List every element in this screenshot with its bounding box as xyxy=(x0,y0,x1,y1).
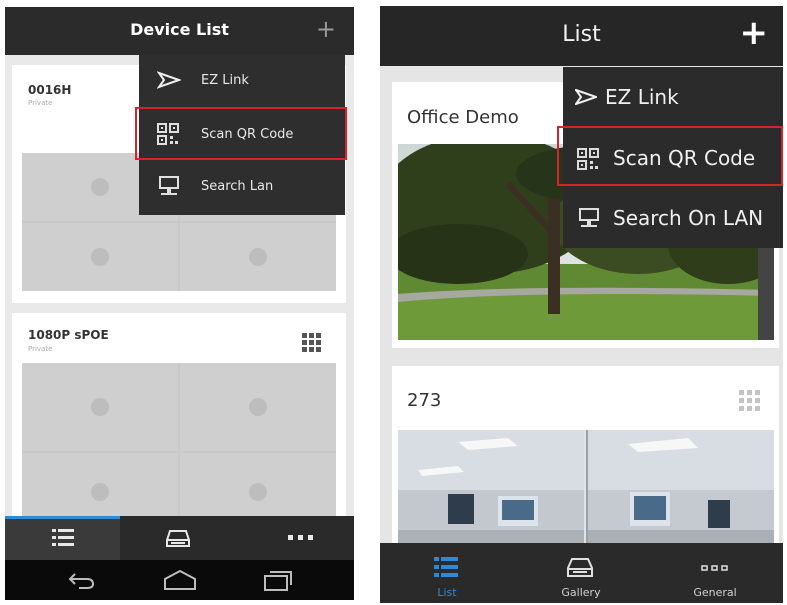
page-title: List xyxy=(562,22,601,47)
bottom-tab-bar xyxy=(5,516,354,560)
device-subtitle: Private xyxy=(28,345,53,353)
tab-general[interactable]: General xyxy=(648,543,782,603)
plus-icon[interactable]: + xyxy=(316,17,336,41)
camera-placeholder-icon xyxy=(249,398,267,416)
device-name: Office Demo xyxy=(407,107,519,128)
bottom-tab-bar: List Gallery General xyxy=(380,543,783,603)
list-icon xyxy=(434,557,458,577)
header-bar: Device List + xyxy=(5,7,354,55)
highlight-box xyxy=(135,107,347,160)
tab-label: List xyxy=(437,586,457,599)
page-title: Device List xyxy=(130,20,229,39)
camera-slot[interactable] xyxy=(180,363,336,451)
camera-slot[interactable] xyxy=(22,363,178,451)
menu-item-search-on-lan[interactable]: Search On LAN xyxy=(563,189,783,249)
camera-placeholder-icon xyxy=(249,483,267,501)
tab-label: Gallery xyxy=(561,586,601,599)
device-name: 1080P sPOE xyxy=(28,328,109,342)
menu-item-ez-link[interactable]: EZ Link xyxy=(139,55,345,108)
menu-item-label: Search On LAN xyxy=(613,206,764,230)
back-icon[interactable] xyxy=(67,570,95,590)
camera-placeholder-icon xyxy=(91,483,109,501)
plus-icon[interactable]: + xyxy=(740,16,769,50)
camera-slot[interactable] xyxy=(22,223,178,291)
camera-slot[interactable] xyxy=(180,453,336,523)
device-name: 273 xyxy=(407,390,442,411)
left-phone-screen: Device List + 0016H Private 1080P sPOE P… xyxy=(5,7,354,600)
menu-item-search-lan[interactable]: Search Lan xyxy=(139,161,345,214)
camera-grid[interactable] xyxy=(22,363,336,523)
menu-item-label: EZ Link xyxy=(201,73,249,88)
list-icon[interactable] xyxy=(52,528,74,548)
grid-dots-icon[interactable] xyxy=(302,333,322,353)
device-name: 0016H xyxy=(28,83,72,97)
tab-gallery[interactable]: Gallery xyxy=(514,543,648,603)
camera-multiview-preview[interactable] xyxy=(398,430,774,556)
camera-placeholder-icon xyxy=(91,248,109,266)
monitor-icon xyxy=(159,176,179,195)
device-card[interactable]: 1080P sPOE Private xyxy=(12,313,346,523)
camera-placeholder-icon xyxy=(249,248,267,266)
home-icon[interactable] xyxy=(163,569,197,591)
more-dots-icon[interactable] xyxy=(288,535,314,541)
camera-slot[interactable] xyxy=(22,453,178,523)
send-arrow-icon xyxy=(157,71,181,89)
recent-apps-icon[interactable] xyxy=(263,568,293,592)
send-arrow-icon xyxy=(575,89,597,105)
device-card[interactable]: 273 xyxy=(392,366,779,556)
right-phone-screen: List + Office Demo 273 EZ Link Scan QR C… xyxy=(380,6,783,603)
device-subtitle: Private xyxy=(28,99,53,107)
system-nav-bar xyxy=(5,560,354,600)
more-dots-icon xyxy=(701,565,728,571)
header-bar: List + xyxy=(380,6,783,66)
grid-dots-icon[interactable] xyxy=(739,390,761,412)
tab-list[interactable]: List xyxy=(380,543,514,603)
highlight-box xyxy=(557,126,783,186)
gallery-icon xyxy=(567,558,593,577)
tab-accent-bar xyxy=(5,516,120,519)
camera-placeholder-icon xyxy=(91,398,109,416)
tab-label: General xyxy=(693,586,737,599)
camera-slot[interactable] xyxy=(180,223,336,291)
camera-placeholder-icon xyxy=(91,178,109,196)
menu-item-label: EZ Link xyxy=(605,85,679,109)
menu-item-ez-link[interactable]: EZ Link xyxy=(563,67,783,127)
menu-item-label: Search Lan xyxy=(201,179,274,194)
monitor-icon xyxy=(579,208,599,227)
gallery-icon[interactable] xyxy=(166,528,190,548)
